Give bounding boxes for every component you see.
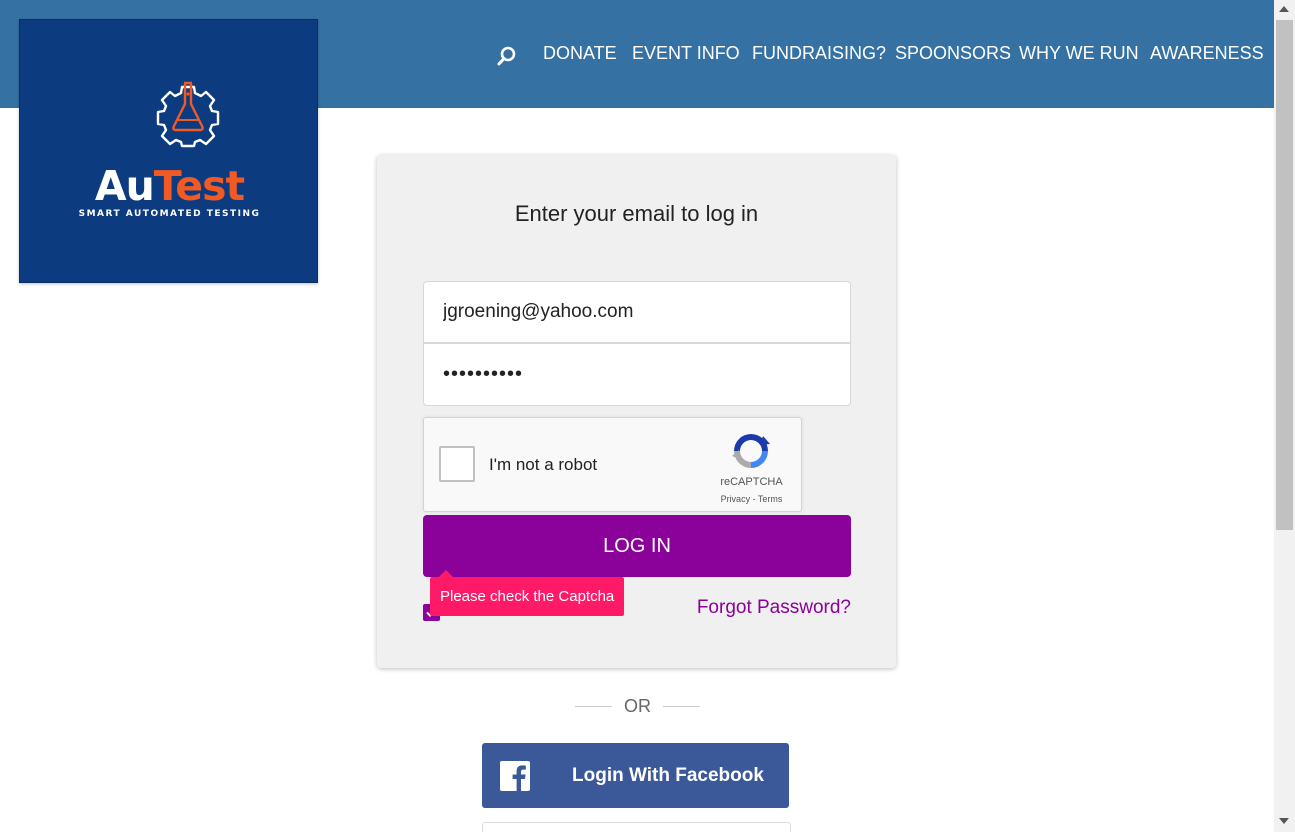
search-icon[interactable] xyxy=(496,45,518,67)
login-card: Enter your email to log in I'm not a rob… xyxy=(377,155,896,668)
forgot-password-link[interactable]: Forgot Password? xyxy=(697,597,851,619)
nav-awareness[interactable]: AWARENESS xyxy=(1150,40,1264,66)
nav-why-we-run[interactable]: WHY WE RUN xyxy=(1019,40,1139,66)
recaptcha-icon xyxy=(730,430,772,472)
email-field[interactable] xyxy=(423,281,851,343)
scroll-thumb[interactable] xyxy=(1276,20,1293,530)
captcha-error-tooltip: Please check the Captcha xyxy=(430,570,625,616)
facebook-login-label: Login With Facebook xyxy=(572,765,764,786)
scroll-down-arrow-icon[interactable] xyxy=(1279,818,1289,824)
logo-name-part2: Test xyxy=(153,162,245,210)
login-title: Enter your email to log in xyxy=(514,201,759,226)
facebook-login-button[interactable]: Login With Facebook xyxy=(482,743,789,808)
divider-line-right xyxy=(663,706,700,707)
logo-wordmark: AuTest xyxy=(20,162,319,210)
gear-flask-icon xyxy=(154,80,222,148)
logo-name-part1: Au xyxy=(94,162,155,210)
nav-fundraising[interactable]: FUNDRAISING? xyxy=(752,40,886,66)
logo-tagline: SMART AUTOMATED TESTING xyxy=(78,209,261,219)
scroll-up-arrow-icon[interactable] xyxy=(1279,6,1289,12)
tooltip-arrow xyxy=(438,570,454,578)
captcha-brand: reCAPTCHA xyxy=(720,476,783,488)
nav-sponsors[interactable]: SPOONSORS xyxy=(895,40,1011,66)
recaptcha-widget: I'm not a robot reCAPTCHA Privacy - Term… xyxy=(423,417,802,512)
nav-donate[interactable]: DONATE xyxy=(543,40,617,66)
captcha-label: I'm not a robot xyxy=(489,455,598,474)
captcha-privacy-link[interactable]: Privacy xyxy=(721,494,751,504)
captcha-links: Privacy - Terms xyxy=(704,494,799,504)
password-field[interactable] xyxy=(423,343,851,406)
facebook-icon xyxy=(500,761,530,791)
tooltip-text: Please check the Captcha xyxy=(440,588,615,605)
captcha-separator: - xyxy=(750,494,758,504)
site-logo[interactable]: AuTest SMART AUTOMATED TESTING xyxy=(19,19,318,283)
login-button[interactable]: LOG IN xyxy=(423,515,851,577)
nav-event-info[interactable]: EVENT INFO xyxy=(632,40,740,66)
captcha-terms-link[interactable]: Terms xyxy=(758,494,783,504)
secondary-login-button[interactable] xyxy=(482,822,791,832)
scrollbar[interactable] xyxy=(1274,0,1295,832)
or-divider: OR xyxy=(575,696,700,718)
captcha-checkbox[interactable] xyxy=(439,446,475,482)
